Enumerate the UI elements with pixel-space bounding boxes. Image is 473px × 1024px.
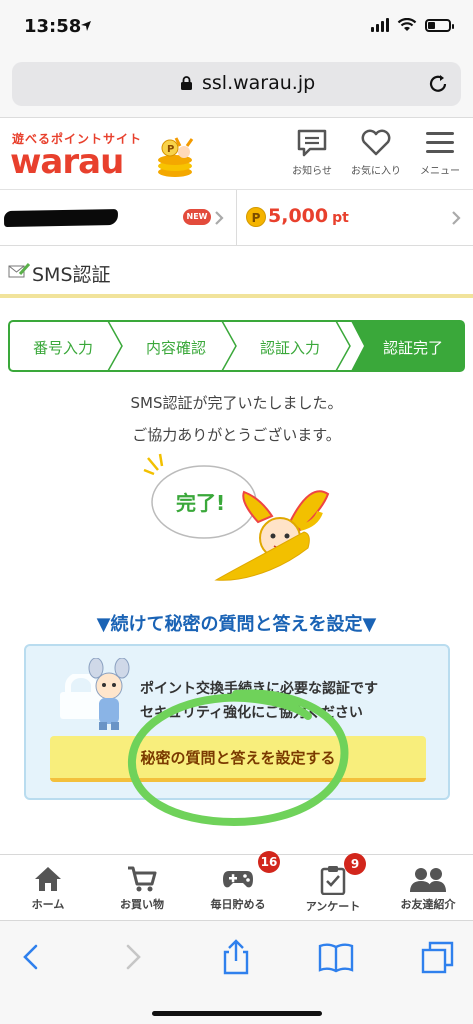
message-icon [297, 129, 327, 157]
logo[interactable]: warau [10, 142, 124, 182]
tab-invite-friends-label: お友達紹介 [400, 898, 456, 911]
bookmarks-icon[interactable] [316, 937, 356, 977]
tab-survey-label: アンケート [305, 900, 361, 913]
menu-button[interactable]: メニュー [408, 128, 472, 184]
step-indicator: 番号入力 内容確認 認証入力 認証完了 [8, 320, 465, 372]
share-icon[interactable] [216, 937, 256, 977]
points-unit: pt [332, 210, 349, 226]
lock-icon [181, 76, 192, 90]
browser-toolbar [0, 920, 473, 1024]
battery-icon [425, 18, 454, 32]
url-text: ssl.warau.jp [202, 72, 316, 94]
tab-home-label: ホーム [31, 898, 65, 911]
new-badge: NEW [183, 209, 211, 225]
notice-button[interactable]: お知らせ [280, 128, 344, 184]
reload-icon[interactable] [427, 73, 449, 95]
menu-label: メニュー [420, 166, 460, 177]
chevron-right-icon [215, 211, 224, 225]
cart-icon [128, 866, 157, 892]
point-coin-icon: P [246, 207, 266, 227]
tab-home[interactable]: ホーム [10, 855, 86, 921]
favorites-button[interactable]: お気に入り [344, 128, 408, 184]
user-info-row: NEW P 5,000 pt [0, 190, 473, 246]
notice-label: お知らせ [292, 166, 332, 177]
security-question-promo: ポイント交換手続きに必要な認証です セキュリティ強化にご協力ください 秘密の質問… [24, 644, 450, 800]
location-arrow-icon [81, 21, 91, 31]
chevron-right-icon [452, 211, 461, 225]
forward-icon[interactable] [112, 937, 152, 977]
redacted-username[interactable] [3, 209, 119, 227]
rabbit-mascot-icon [88, 658, 130, 730]
site-header: 遊べるポイントサイト warau P お知らせ お気に入り メニュー [0, 118, 473, 190]
promo-line-1: ポイント交換手続きに必要な認証です [140, 681, 378, 697]
step-1: 番号入力 [32, 339, 93, 357]
home-icon [35, 867, 61, 891]
svg-text:P: P [167, 144, 174, 155]
address-bar[interactable]: ssl.warau.jp [12, 62, 461, 106]
survey-badge: 9 [344, 853, 366, 875]
browser-address-area: ssl.warau.jp [0, 56, 473, 118]
tabs-icon[interactable] [418, 937, 458, 977]
tab-shopping-label: お買い物 [120, 898, 164, 911]
heart-icon [361, 129, 391, 156]
divider [236, 190, 237, 246]
continue-heading: ▼続けて秘密の質問と答えを設定▼ [96, 614, 377, 635]
gamepad-icon [223, 871, 253, 888]
tab-invite-friends[interactable]: お友達紹介 [388, 855, 468, 921]
clipboard-icon [320, 866, 346, 895]
favorites-label: お気に入り [351, 166, 401, 177]
envelope-pencil-icon [8, 262, 30, 278]
status-bar: 13:58 [0, 0, 473, 56]
wifi-icon [397, 18, 417, 31]
tab-daily-label: 毎日貯める [210, 898, 266, 911]
promo-line-2: セキュリティ強化にご協力ください [140, 705, 363, 721]
home-indicator [152, 1011, 322, 1016]
status-time: 13:58 [24, 16, 82, 37]
daily-badge: 16 [258, 851, 280, 873]
bubble-text: 完了! [176, 491, 225, 515]
site-tab-bar: ホーム お買い物 毎日貯める 16 アンケート 9 お友達紹介 [0, 851, 473, 921]
points-balance[interactable]: 5,000 pt [268, 205, 349, 227]
thanks-message: ご協力ありがとうございます。 [132, 426, 341, 444]
coin-mascot-icon: P [158, 137, 194, 177]
points-value: 5,000 [268, 205, 329, 227]
step-2: 内容確認 [145, 339, 206, 357]
friends-icon [410, 868, 446, 892]
back-icon[interactable] [12, 937, 52, 977]
hamburger-icon [426, 132, 454, 153]
page-title: SMS認証 [32, 264, 111, 286]
tab-shopping[interactable]: お買い物 [104, 855, 180, 921]
step-3: 認証入力 [259, 339, 320, 357]
complete-message: SMS認証が完了いたしました。 [130, 394, 343, 412]
page-title-bar: SMS認証 [0, 246, 473, 298]
step-4-active: 認証完了 [382, 339, 443, 357]
rabbit-mascot-illustration: 完了! [143, 453, 330, 581]
set-security-question-button[interactable]: 秘密の質問と答えを設定する [50, 736, 426, 782]
signal-icon [371, 18, 389, 32]
